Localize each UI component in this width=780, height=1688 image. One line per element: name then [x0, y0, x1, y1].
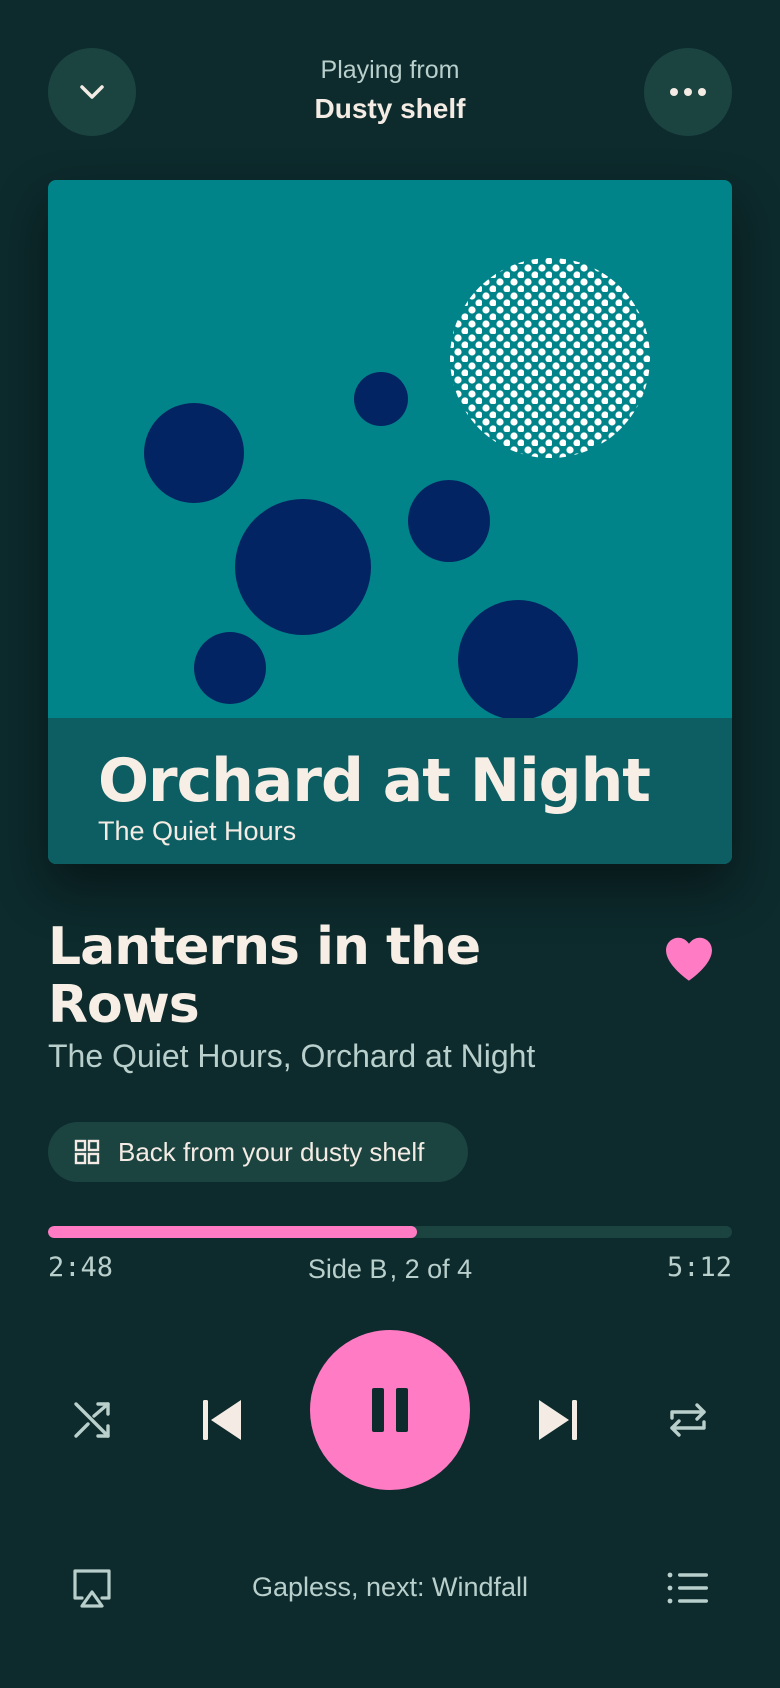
- shuffle-button[interactable]: [52, 1380, 132, 1460]
- shuffle-icon: [74, 1402, 110, 1438]
- total-time: 5:12: [666, 1252, 732, 1283]
- grid-icon: [74, 1139, 100, 1165]
- repeat-icon: [670, 1403, 706, 1437]
- queue-list-icon: [667, 1572, 708, 1604]
- skip-next-icon: [539, 1400, 577, 1440]
- next-up-label: Gapless, next: Windfall: [251, 1572, 529, 1602]
- pause-icon: [372, 1388, 408, 1432]
- chevron-down-icon: [80, 85, 104, 99]
- more-icon: [670, 88, 706, 96]
- progress-fill: [48, 1226, 418, 1238]
- album-artwork: Orchard at Night The Quiet Hours: [48, 180, 732, 864]
- artwork-artist: The Quiet Hours: [98, 816, 297, 846]
- collapse-button[interactable]: [48, 48, 136, 136]
- heart-icon: [666, 937, 712, 981]
- pause-button[interactable]: [310, 1330, 470, 1490]
- skip-previous-icon: [203, 1400, 241, 1440]
- artwork-caption-band: Orchard at Night The Quiet Hours: [48, 718, 732, 864]
- queue-button[interactable]: [648, 1548, 728, 1628]
- side-position-label: Side B , 2 of 4: [307, 1254, 473, 1284]
- airplay-button[interactable]: [52, 1548, 132, 1628]
- source-name[interactable]: Dusty shelf: [190, 93, 590, 125]
- airplay-icon: [73, 1569, 111, 1608]
- progress-bar[interactable]: [48, 1226, 732, 1238]
- track-artist-album[interactable]: The Quiet Hours, Orchard at Night: [48, 1038, 535, 1075]
- more-button[interactable]: [644, 48, 732, 136]
- dusty-shelf-chip[interactable]: Back from your dusty shelf: [48, 1122, 468, 1182]
- track-title: Lanterns in the Rows: [48, 917, 481, 1035]
- like-button[interactable]: [660, 930, 718, 988]
- elapsed-time: 2:48: [48, 1252, 114, 1283]
- next-button[interactable]: [518, 1380, 598, 1460]
- playing-from-label: Playing from: [320, 56, 460, 84]
- dotted-moon: [450, 258, 650, 458]
- chip-label: Back from your dusty shelf: [118, 1136, 425, 1167]
- artwork-album-title: Orchard at Night: [98, 746, 651, 816]
- previous-button[interactable]: [182, 1380, 262, 1460]
- header-source: Playing from Dusty shelf: [190, 56, 590, 125]
- repeat-button[interactable]: [648, 1380, 728, 1460]
